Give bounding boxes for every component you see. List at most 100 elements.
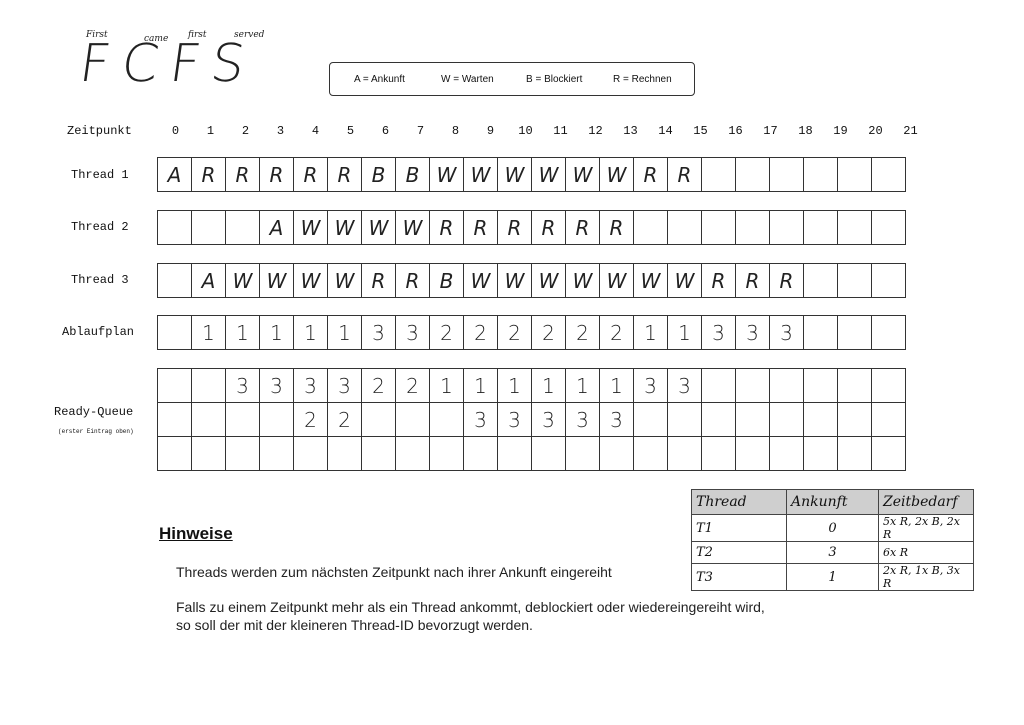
grid-cell [735, 368, 770, 403]
thread-table-cell: 2x R, 1x B, 3x R [878, 563, 974, 591]
grid-cell: 1 [633, 315, 668, 350]
legend-item-warten: W = Warten [441, 74, 494, 85]
grid-cell: R [327, 157, 362, 192]
grid-cell: W [531, 263, 566, 298]
grid-cell [157, 436, 192, 471]
hints-title: Hinweise [159, 524, 233, 543]
ready-queue-grid: 333322111111332233333 [157, 368, 906, 471]
thread-3-grid: AWWWWRRBWWWWWWWRRR [157, 263, 906, 298]
grid-cell: 3 [599, 402, 634, 437]
thread-table-cell: 3 [786, 541, 879, 564]
timeline-label: Zeitpunkt [67, 124, 132, 138]
thread-table-cell: T3 [691, 563, 787, 591]
grid-cell: W [497, 157, 532, 192]
grid-cell [803, 368, 838, 403]
fcfs-logo: First came first served FCFS [76, 30, 280, 100]
grid-cell: R [531, 210, 566, 245]
grid-cell: R [667, 157, 702, 192]
thread-table: Thread Ankunft Zeitbedarf T1 0 5x R, 2x … [691, 489, 974, 591]
timeline-tick: 1 [206, 124, 215, 138]
thread-table-header-zeitbedarf: Zeitbedarf [878, 489, 974, 515]
grid-cell: W [633, 263, 668, 298]
grid-cell: W [667, 263, 702, 298]
grid-cell [191, 210, 226, 245]
grid-cell [157, 315, 192, 350]
hint-line-2: Falls zu einem Zeitpunkt mehr als ein Th… [176, 599, 765, 615]
grid-cell: W [463, 263, 498, 298]
grid-cell: W [293, 263, 328, 298]
grid-cell [259, 402, 294, 437]
legend-item-ankunft: A = Ankunft [354, 74, 405, 85]
thread-1-grid: ARRRRRBBWWWWWWRR [157, 157, 906, 192]
grid-cell [327, 436, 362, 471]
grid-cell [871, 210, 906, 245]
grid-row: 111113322222211333 [157, 315, 906, 350]
grid-cell: 1 [225, 315, 260, 350]
grid-cell [633, 210, 668, 245]
timeline-tick: 16 [728, 124, 743, 138]
grid-cell: 3 [327, 368, 362, 403]
grid-cell [837, 263, 872, 298]
grid-cell: 1 [531, 368, 566, 403]
grid-cell [157, 263, 192, 298]
grid-cell [769, 157, 804, 192]
timeline-tick: 15 [693, 124, 708, 138]
timeline-tick: 4 [311, 124, 320, 138]
grid-cell [701, 436, 736, 471]
grid-cell: B [361, 157, 396, 192]
grid-cell: 2 [565, 315, 600, 350]
grid-cell [701, 402, 736, 437]
grid-cell [803, 157, 838, 192]
grid-cell: 2 [429, 315, 464, 350]
grid-cell: 3 [565, 402, 600, 437]
timeline-tick: 17 [763, 124, 778, 138]
grid-cell [803, 315, 838, 350]
thread-table-cell: 6x R [878, 541, 974, 564]
grid-cell [429, 402, 464, 437]
grid-cell [769, 210, 804, 245]
grid-cell [463, 436, 498, 471]
grid-cell [667, 402, 702, 437]
grid-cell: W [361, 210, 396, 245]
grid-cell: 3 [633, 368, 668, 403]
grid-cell: R [769, 263, 804, 298]
grid-cell: 1 [191, 315, 226, 350]
row-label-ablaufplan: Ablaufplan [62, 325, 135, 339]
grid-cell: 3 [293, 368, 328, 403]
grid-cell: W [395, 210, 430, 245]
grid-cell: 1 [293, 315, 328, 350]
thread-table-cell: T1 [691, 514, 787, 542]
grid-cell: 3 [259, 368, 294, 403]
grid-cell: 1 [463, 368, 498, 403]
thread-table-cell: T2 [691, 541, 787, 564]
thread-table-cell: 1 [786, 563, 879, 591]
grid-cell: 1 [429, 368, 464, 403]
timeline-tick: 20 [868, 124, 883, 138]
grid-cell: W [599, 157, 634, 192]
row-label-thread-1: Thread 1 [71, 168, 129, 182]
grid-cell [735, 157, 770, 192]
ablaufplan-grid: 111113322222211333 [157, 315, 906, 350]
grid-cell: W [327, 263, 362, 298]
grid-cell: 1 [599, 368, 634, 403]
ready-queue-note: (erster Eintrag oben) [58, 428, 134, 435]
grid-cell: 1 [497, 368, 532, 403]
grid-cell [803, 436, 838, 471]
grid-cell [667, 210, 702, 245]
grid-cell [191, 368, 226, 403]
grid-cell: R [259, 157, 294, 192]
grid-cell [735, 210, 770, 245]
grid-cell [701, 368, 736, 403]
grid-cell [225, 402, 260, 437]
grid-cell: 3 [667, 368, 702, 403]
grid-cell: 2 [463, 315, 498, 350]
grid-cell: 2 [497, 315, 532, 350]
timeline-tick: 3 [276, 124, 285, 138]
grid-cell: R [497, 210, 532, 245]
grid-cell [837, 402, 872, 437]
thread-table-row: T1 0 5x R, 2x B, 2x R [691, 514, 974, 542]
grid-cell [837, 210, 872, 245]
grid-cell: R [735, 263, 770, 298]
grid-cell: R [701, 263, 736, 298]
grid-cell: W [259, 263, 294, 298]
